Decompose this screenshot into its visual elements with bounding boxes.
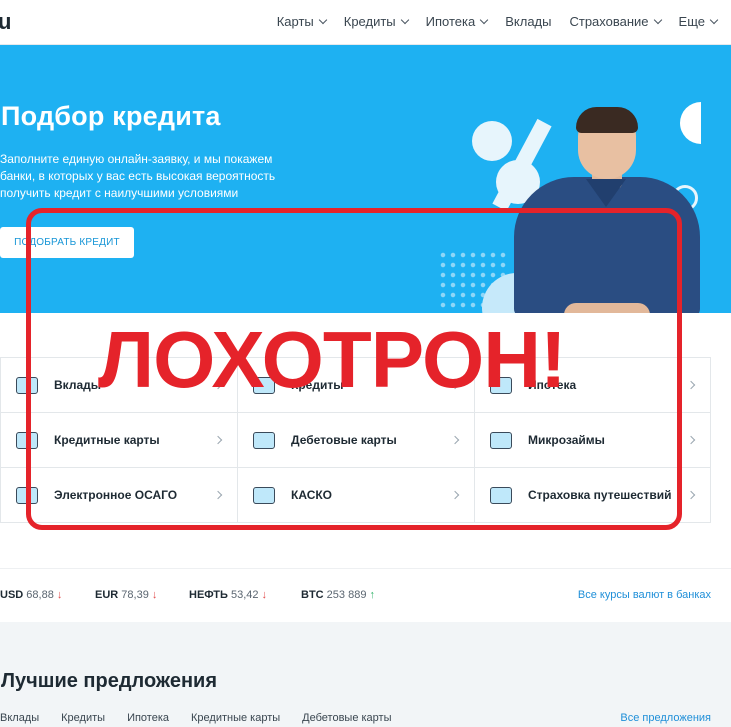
chevron-right-icon [213, 490, 223, 500]
rate-value: 53,42 [230, 589, 259, 601]
category-label: Кредитные карты [54, 433, 160, 447]
category-deposits[interactable]: Вклады [1, 358, 238, 413]
product-categories: Вклады Кредиты Ипотека Кредитные карты Д… [0, 357, 711, 523]
hero-banner: Подбор кредита Заполните единую онлайн-з… [0, 45, 731, 313]
hero-title: Подбор кредита [1, 101, 221, 131]
osago-icon [16, 486, 38, 504]
rate-code: BTC [301, 589, 324, 601]
category-mortgage[interactable]: Ипотека [475, 358, 710, 413]
nav-item-deposits[interactable]: Вклады [505, 14, 551, 29]
nav-item-mortgage[interactable]: Ипотека [425, 14, 489, 29]
chevron-down-icon [709, 15, 719, 24]
category-debit-cards[interactable]: Дебетовые карты [238, 413, 475, 468]
chevron-right-icon [686, 380, 696, 390]
chevron-right-icon [213, 435, 223, 445]
arrow-down-icon: ↓ [151, 589, 158, 601]
mortgage-icon [490, 376, 512, 394]
rate-eur: EUR 78,39 ↓ [95, 589, 157, 601]
offers-tab-deposits[interactable]: Вклады [0, 712, 39, 724]
category-label: Микрозаймы [528, 433, 605, 447]
microloan-icon [490, 431, 512, 449]
percent-decor-dot [472, 121, 512, 161]
nav-item-label: Еще [678, 14, 705, 29]
category-label: КАСКО [291, 488, 333, 502]
best-offers: Лучшие предложения Вклады Кредиты Ипотек… [0, 622, 731, 727]
all-offers-link[interactable]: Все предложения [620, 712, 711, 724]
presenter-hair [576, 107, 638, 133]
nav-item-insurance[interactable]: Страхование [569, 14, 662, 29]
chevron-down-icon [318, 15, 327, 24]
chevron-right-icon [213, 380, 223, 390]
offers-tabs: Вклады Кредиты Ипотека Кредитные карты Д… [0, 712, 392, 724]
chevron-right-icon [450, 380, 460, 390]
rate-value: 253 889 [326, 589, 367, 601]
offers-tab-mortgage[interactable]: Ипотека [127, 712, 169, 724]
category-osago[interactable]: Электронное ОСАГО [1, 468, 238, 522]
category-microloans[interactable]: Микрозаймы [475, 413, 710, 468]
nav-item-cards[interactable]: Карты [276, 14, 327, 29]
nav-item-label: Карты [276, 14, 314, 29]
main-nav: Карты Кредиты Ипотека Вклады Страхование… [276, 14, 719, 29]
travel-icon [490, 486, 512, 504]
rate-code: USD [0, 589, 24, 601]
chevron-down-icon [479, 15, 489, 24]
rate-oil: НЕФТЬ 53,42 ↓ [189, 589, 267, 601]
arrow-down-icon: ↓ [56, 589, 63, 601]
rate-value: 68,88 [26, 589, 54, 601]
offers-title: Лучшие предложения [1, 670, 218, 692]
category-label: Вклады [54, 378, 101, 392]
rate-usd: USD 68,88 ↓ [0, 589, 62, 601]
car-icon [253, 486, 275, 504]
chevron-right-icon [450, 435, 460, 445]
all-rates-link[interactable]: Все курсы валют в банках [578, 589, 711, 601]
nav-item-label: Вклады [505, 14, 552, 29]
category-credits[interactable]: Кредиты [238, 358, 475, 413]
rate-code: EUR [95, 589, 119, 601]
deposit-icon [16, 376, 38, 394]
credit-card-icon [16, 431, 38, 449]
category-label: Дебетовые карты [291, 433, 397, 447]
offers-tab-credits[interactable]: Кредиты [61, 712, 105, 724]
nav-item-label: Кредиты [343, 14, 396, 29]
nav-item-more[interactable]: Еще [678, 14, 719, 29]
category-label: Электронное ОСАГО [54, 488, 178, 502]
nav-item-label: Страхование [569, 14, 649, 29]
arrow-down-icon: ↓ [261, 589, 268, 601]
category-label: Ипотека [528, 378, 577, 392]
arrow-up-icon: ↑ [369, 589, 376, 601]
category-kasko[interactable]: КАСКО [238, 468, 475, 522]
site-header: u Карты Кредиты Ипотека Вклады Страхован… [0, 0, 731, 45]
nav-item-credits[interactable]: Кредиты [343, 14, 409, 29]
site-logo[interactable]: u [0, 9, 11, 35]
category-travel-insurance[interactable]: Страховка путешествий [475, 468, 710, 522]
nav-item-label: Ипотека [425, 14, 476, 29]
chevron-right-icon [686, 490, 696, 500]
category-credit-cards[interactable]: Кредитные карты [1, 413, 238, 468]
rate-code: НЕФТЬ [189, 589, 228, 601]
rate-value: 78,39 [121, 589, 149, 601]
presenter-hands [564, 303, 650, 313]
category-label: Кредиты [291, 378, 344, 392]
rate-btc: BTC 253 889 ↑ [301, 589, 375, 601]
offers-tab-credit-cards[interactable]: Кредитные карты [191, 712, 280, 724]
pick-credit-button[interactable]: ПОДОБРАТЬ КРЕДИТ [0, 227, 134, 258]
hero-description: Заполните единую онлайн-заявку, и мы пок… [0, 152, 276, 200]
offers-tab-debit-cards[interactable]: Дебетовые карты [302, 712, 391, 724]
presenter-photo [514, 107, 700, 313]
chevron-down-icon [400, 15, 409, 24]
chevron-right-icon [686, 435, 696, 445]
exchange-rates: USD 68,88 ↓ EUR 78,39 ↓ НЕФТЬ 53,42 ↓ BT… [0, 568, 731, 622]
chevron-right-icon [450, 490, 460, 500]
chevron-down-icon [653, 15, 662, 24]
category-label: Страховка путешествий [528, 488, 672, 502]
debit-card-icon [253, 431, 275, 449]
credit-icon [253, 376, 275, 394]
